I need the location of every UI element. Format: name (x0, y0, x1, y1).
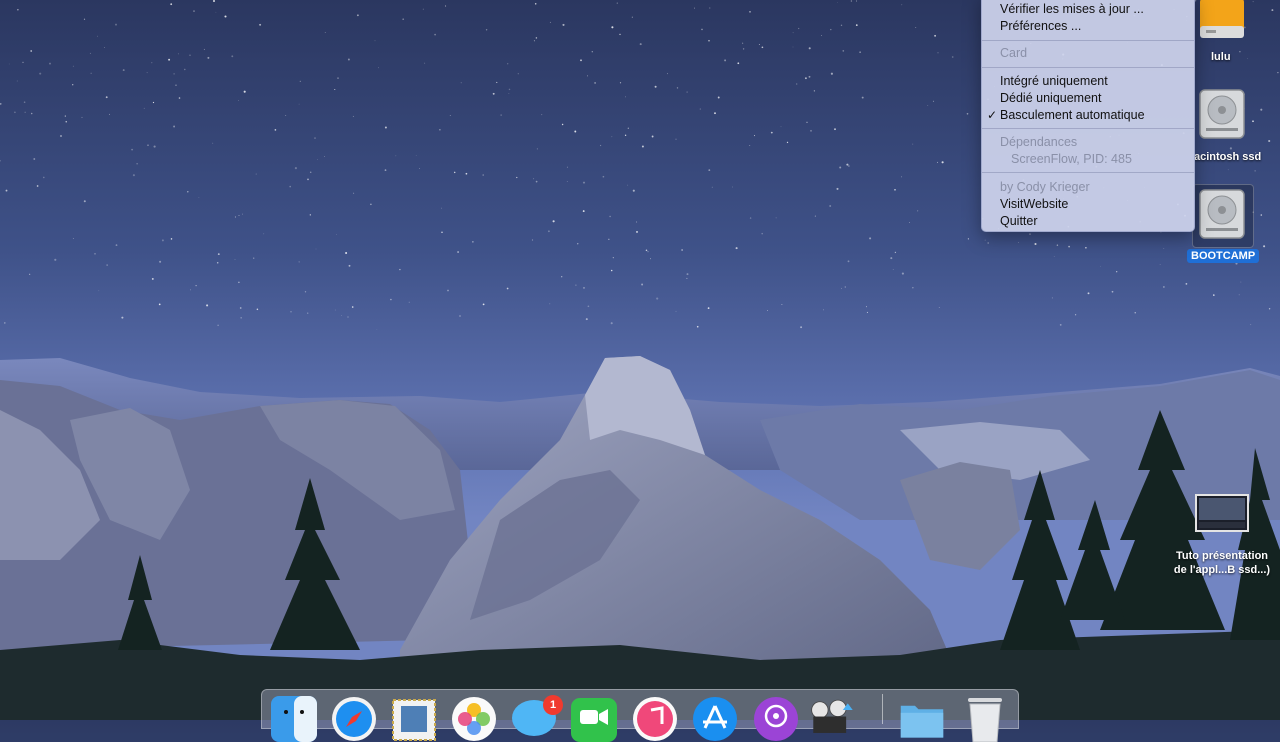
menu-item-auto-switching[interactable]: Basculement automatique (1000, 107, 1145, 123)
hard-drive-icon[interactable] (1198, 188, 1246, 240)
facetime-icon[interactable] (571, 696, 617, 742)
menu-header-dependencies: Dépendances (1000, 135, 1078, 149)
hard-drive-icon[interactable] (1198, 88, 1246, 140)
trash-icon[interactable] (962, 696, 1008, 742)
desktop-icon-label-macintosh-ssd[interactable]: acintosh ssd (1194, 151, 1261, 163)
menu-separator (982, 128, 1194, 129)
photo-booth-icon[interactable] (810, 696, 856, 742)
itunes-icon[interactable] (632, 696, 678, 742)
menu-item-author: by Cody Krieger (1000, 180, 1090, 194)
menu-item-preferences[interactable]: Préférences ... (1000, 18, 1081, 34)
menu-separator (982, 67, 1194, 68)
notification-badge: 1 (543, 695, 563, 715)
desktop-icon-label-video[interactable]: Tuto présentation de l'appl...B ssd...) (1172, 549, 1272, 577)
video-file-icon[interactable] (1195, 494, 1249, 532)
external-drive-icon[interactable] (1198, 0, 1246, 42)
gfx-switcher-menu: Vérifier les mises à jour ... Préférence… (981, 0, 1195, 232)
menu-separator (982, 40, 1194, 41)
menu-item-visit-website[interactable]: VisitWebsite (1000, 196, 1068, 212)
menu-item-check-updates[interactable]: Vérifier les mises à jour ... (1000, 1, 1144, 17)
folder-icon[interactable] (899, 696, 945, 742)
desktop-icon-label-lulu[interactable]: lulu (1211, 51, 1231, 63)
menu-item-integrated-only[interactable]: Intégré uniquement (1000, 73, 1108, 89)
menu-item-dependency: ScreenFlow, PID: 485 (1011, 152, 1132, 166)
checkmark-icon: ✓ (987, 108, 998, 122)
menu-separator (982, 172, 1194, 173)
mail-icon[interactable] (391, 696, 437, 742)
photos-icon[interactable] (451, 696, 497, 742)
finder-icon[interactable] (271, 696, 317, 742)
menu-item-quit[interactable]: Quitter (1000, 213, 1038, 229)
app-store-icon[interactable] (692, 696, 738, 742)
desktop-icon-label-bootcamp[interactable]: BOOTCAMP (1187, 249, 1260, 263)
podcasts-icon[interactable] (753, 696, 799, 742)
menu-item-dedicated-only[interactable]: Dédié uniquement (1000, 90, 1101, 106)
menu-header-card: Card (1000, 46, 1028, 60)
safari-icon[interactable] (331, 696, 377, 742)
